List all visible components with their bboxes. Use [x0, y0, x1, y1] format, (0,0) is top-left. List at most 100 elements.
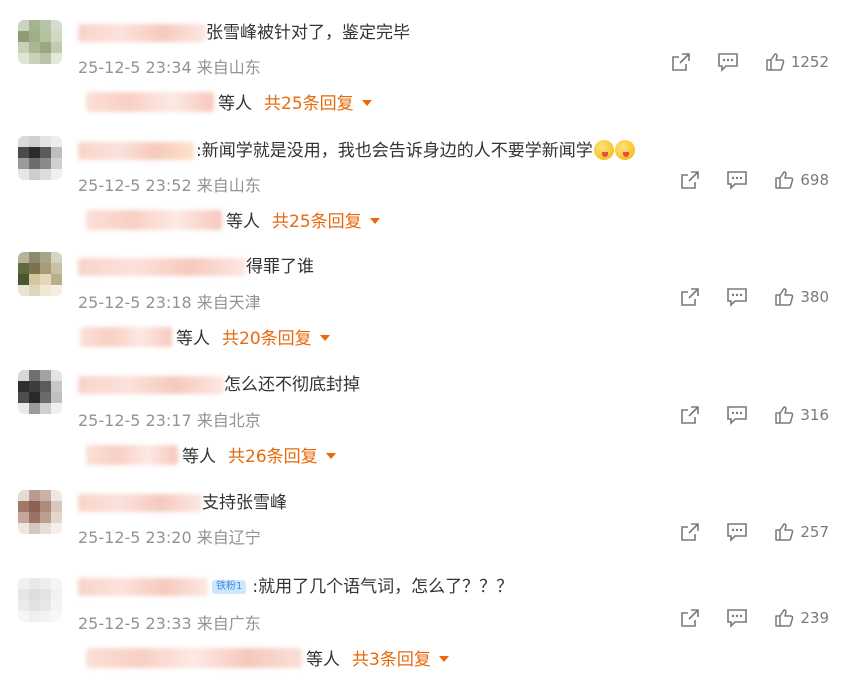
comment-button[interactable] — [717, 52, 739, 72]
comment-button[interactable] — [726, 522, 748, 542]
comment-text-content: :新闻学就是没用，我也会告诉身边的人不要学新闻学 — [196, 141, 593, 161]
thumbs-up-icon — [775, 406, 794, 424]
share-icon — [681, 406, 700, 424]
like-button[interactable]: 239 — [774, 608, 829, 628]
comment-meta: 25-12-5 23:20 来自辽宁 — [78, 528, 261, 547]
thumbs-up-icon — [775, 609, 794, 627]
comment-text: 支持张雪峰 — [202, 493, 287, 513]
share-button[interactable] — [680, 287, 700, 307]
username[interactable] — [78, 578, 208, 596]
reply-count: 共3条回复 — [352, 650, 431, 670]
reply-summary[interactable]: 等人 共25条回复 — [86, 89, 372, 114]
reply-users — [86, 647, 302, 668]
reply-count: 共25条回复 — [272, 212, 362, 232]
comment-icon — [727, 171, 748, 190]
reply-users — [86, 209, 222, 230]
comment-text: 张雪峰被针对了，鉴定完毕 — [206, 23, 410, 43]
comment-item: 支持张雪峰 25-12-5 23:20 来自辽宁 257 — [0, 476, 843, 562]
comment-text-content: :就用了几个语气词，怎么了？？？ — [252, 577, 514, 597]
share-icon — [672, 53, 690, 71]
reply-suffix: 等人 — [176, 329, 210, 349]
comment-actions: 698 — [654, 170, 829, 190]
reply-users — [86, 444, 178, 465]
thumbs-up-icon — [775, 171, 794, 189]
comment-item: 张雪峰被针对了，鉴定完毕 25-12-5 23:34 来自山东 1252 等人 … — [0, 0, 843, 118]
comment-icon — [727, 288, 748, 307]
reply-count: 共25条回复 — [264, 94, 354, 114]
comment-actions: 380 — [654, 287, 829, 307]
comment-actions: 1252 — [645, 52, 829, 72]
reply-users — [80, 326, 172, 347]
share-button[interactable] — [680, 522, 700, 542]
comment-icon — [727, 523, 748, 542]
comment-item: 铁粉1:就用了几个语气词，怎么了？？？ 25-12-5 23:33 来自广东 2… — [0, 562, 843, 684]
reply-summary[interactable]: 等人 共3条回复 — [86, 645, 449, 670]
share-button[interactable] — [680, 405, 700, 425]
comment-item: :新闻学就是没用，我也会告诉身边的人不要学新闻学 25-12-5 23:52 来… — [0, 118, 843, 236]
like-button[interactable]: 380 — [774, 287, 829, 307]
caret-down-icon — [319, 334, 330, 341]
username[interactable] — [78, 142, 194, 160]
tongue-emoji-icon — [593, 140, 614, 160]
share-button[interactable] — [680, 608, 700, 628]
share-button[interactable] — [680, 170, 700, 190]
comment-button[interactable] — [726, 287, 748, 307]
reply-suffix: 等人 — [226, 212, 260, 232]
caret-down-icon — [361, 99, 372, 106]
like-count: 239 — [800, 609, 829, 627]
comment-meta: 25-12-5 23:17 来自北京 — [78, 411, 261, 430]
username[interactable] — [78, 258, 246, 276]
reply-suffix: 等人 — [218, 94, 252, 114]
avatar[interactable] — [18, 490, 62, 534]
avatar[interactable] — [18, 578, 62, 622]
share-button[interactable] — [671, 52, 691, 72]
comment-meta: 25-12-5 23:34 来自山东 — [78, 58, 261, 77]
caret-down-icon — [438, 655, 449, 662]
thumbs-up-icon — [775, 288, 794, 306]
avatar[interactable] — [18, 252, 62, 296]
share-icon — [681, 171, 700, 189]
comment-icon — [718, 53, 738, 72]
username[interactable] — [78, 494, 202, 512]
like-count: 380 — [800, 288, 829, 306]
avatar[interactable] — [18, 136, 62, 180]
reply-suffix: 等人 — [306, 650, 340, 670]
share-icon — [681, 288, 700, 306]
comment-icon — [727, 609, 748, 628]
comment-button[interactable] — [726, 170, 748, 190]
comment-actions: 257 — [654, 522, 829, 542]
like-count: 698 — [800, 171, 829, 189]
comment-meta: 25-12-5 23:18 来自天津 — [78, 293, 261, 312]
like-count: 1252 — [790, 53, 829, 71]
reply-summary[interactable]: 等人 共20条回复 — [80, 324, 330, 349]
like-button[interactable]: 257 — [774, 522, 829, 542]
reply-users — [86, 91, 214, 112]
like-button[interactable]: 1252 — [765, 52, 829, 72]
reply-summary[interactable]: 等人 共25条回复 — [86, 207, 380, 232]
avatar[interactable] — [18, 20, 62, 64]
comment-text: 怎么还不彻底封掉 — [224, 375, 360, 395]
caret-down-icon — [325, 452, 336, 459]
comment-button[interactable] — [726, 608, 748, 628]
username[interactable] — [78, 24, 206, 42]
reply-summary[interactable]: 等人 共26条回复 — [86, 442, 336, 467]
comment-meta: 25-12-5 23:52 来自山东 — [78, 176, 261, 195]
caret-down-icon — [369, 217, 380, 224]
avatar[interactable] — [18, 370, 62, 414]
thumbs-up-icon — [775, 523, 794, 541]
share-icon — [681, 523, 700, 541]
like-button[interactable]: 698 — [774, 170, 829, 190]
comment-item: 怎么还不彻底封掉 25-12-5 23:17 来自北京 316 等人 共26条回… — [0, 354, 843, 476]
like-button[interactable]: 316 — [774, 405, 829, 425]
tongue-emoji-icon — [614, 140, 635, 160]
share-icon — [681, 609, 700, 627]
reply-count: 共26条回复 — [228, 447, 318, 467]
comment-meta: 25-12-5 23:33 来自广东 — [78, 614, 261, 633]
like-count: 316 — [800, 406, 829, 424]
comment-button[interactable] — [726, 405, 748, 425]
like-count: 257 — [800, 523, 829, 541]
reply-suffix: 等人 — [182, 447, 216, 467]
reply-count: 共20条回复 — [222, 329, 312, 349]
comment-text: 得罪了谁 — [246, 257, 314, 277]
username[interactable] — [78, 376, 224, 394]
